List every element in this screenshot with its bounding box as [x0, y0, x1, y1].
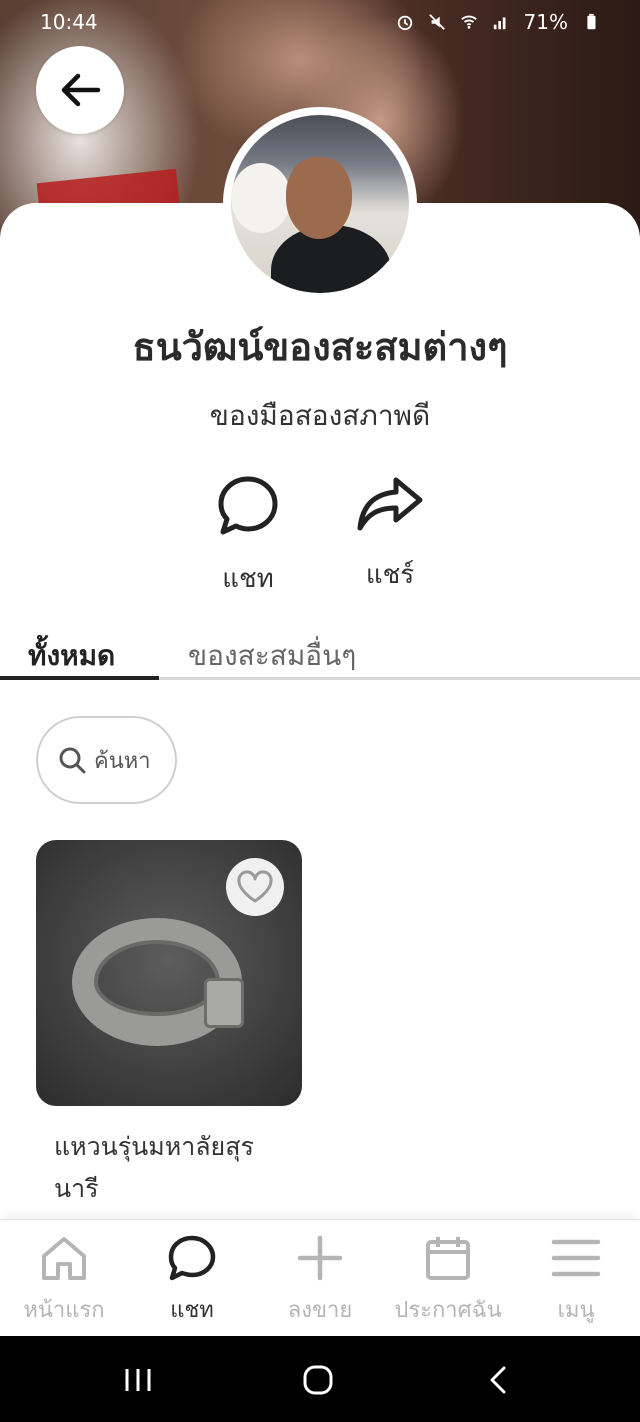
- battery-level: 71%: [523, 10, 568, 34]
- search-icon: [59, 747, 86, 774]
- home-button[interactable]: [298, 1362, 338, 1398]
- avatar-face: [286, 157, 352, 239]
- system-nav-bar: [0, 1336, 640, 1422]
- nav-home-label: หน้าแรก: [23, 1298, 105, 1323]
- active-tab-indicator: [0, 676, 159, 680]
- status-time: 10:44: [40, 10, 98, 34]
- mute-icon: [428, 14, 445, 30]
- home-circle-icon: [303, 1365, 333, 1395]
- share-arrow-icon: [357, 477, 423, 531]
- recent-apps-button[interactable]: [118, 1362, 158, 1398]
- product-title[interactable]: แหวนรุ่นมหาลัยสุรนารี: [36, 1126, 286, 1210]
- share-label: แชร์: [365, 560, 415, 590]
- shop-name: ธนวัฒน์ของสะสมต่างๆ: [132, 325, 508, 369]
- share-button[interactable]: แชร์: [330, 474, 450, 595]
- chevron-left-icon: [490, 1366, 506, 1394]
- ring-emblem: [204, 978, 244, 1028]
- alarm-icon: [397, 15, 412, 31]
- tab-other-collectibles[interactable]: ของสะสมอื่นๆ: [188, 634, 356, 678]
- nav-chat[interactable]: แชท: [128, 1234, 256, 1327]
- status-icons: 71%: [396, 10, 600, 34]
- calendar-icon: [426, 1237, 470, 1280]
- tab-all[interactable]: ทั้งหมด: [28, 634, 115, 678]
- nav-home[interactable]: หน้าแรก: [0, 1234, 128, 1327]
- system-back-button[interactable]: [478, 1362, 518, 1398]
- search-label: ค้นหา: [94, 748, 151, 774]
- nav-sell-label: ลงขาย: [287, 1298, 353, 1323]
- search-button[interactable]: ค้นหา: [36, 716, 177, 804]
- heart-icon: [237, 870, 273, 903]
- arrow-left-icon: [61, 73, 101, 107]
- category-tabs: ทั้งหมด ของสะสมอื่นๆ: [0, 628, 640, 680]
- battery-icon: [587, 13, 596, 30]
- home-icon: [42, 1237, 86, 1280]
- plus-icon: [297, 1235, 343, 1281]
- favorite-button[interactable]: [226, 858, 284, 916]
- signal-icon: [493, 17, 506, 30]
- nav-my-listings-label: ประกาศฉัน: [394, 1298, 502, 1323]
- nav-menu[interactable]: เมนู: [512, 1234, 640, 1327]
- nav-menu-label: เมนู: [557, 1298, 595, 1323]
- nav-my-listings[interactable]: ประกาศฉัน: [384, 1234, 512, 1327]
- nav-chat-label: แชท: [170, 1298, 214, 1323]
- chat-button[interactable]: แชท: [188, 474, 308, 599]
- shop-description: ของมือสองสภาพดี: [209, 399, 431, 432]
- recent-apps-icon: [125, 1369, 151, 1391]
- chat-icon: [168, 1235, 216, 1281]
- chat-bubble-icon: [218, 476, 278, 535]
- shop-avatar: [223, 107, 417, 301]
- product-image[interactable]: [36, 840, 302, 1106]
- back-button[interactable]: [36, 46, 124, 134]
- product-card[interactable]: แหวนรุ่นมหาลัยสุรนารี: [36, 840, 302, 1210]
- bottom-nav: หน้าแรก แชท ลงขาย ประกาศฉัน เมนู: [0, 1219, 640, 1336]
- nav-sell[interactable]: ลงขาย: [256, 1234, 384, 1327]
- avatar-background: [231, 163, 291, 233]
- avatar: [231, 115, 409, 293]
- chat-label: แชท: [222, 564, 274, 594]
- menu-icon: [551, 1239, 601, 1277]
- status-bar: 10:44 71%: [0, 0, 640, 46]
- wifi-icon: [460, 15, 477, 29]
